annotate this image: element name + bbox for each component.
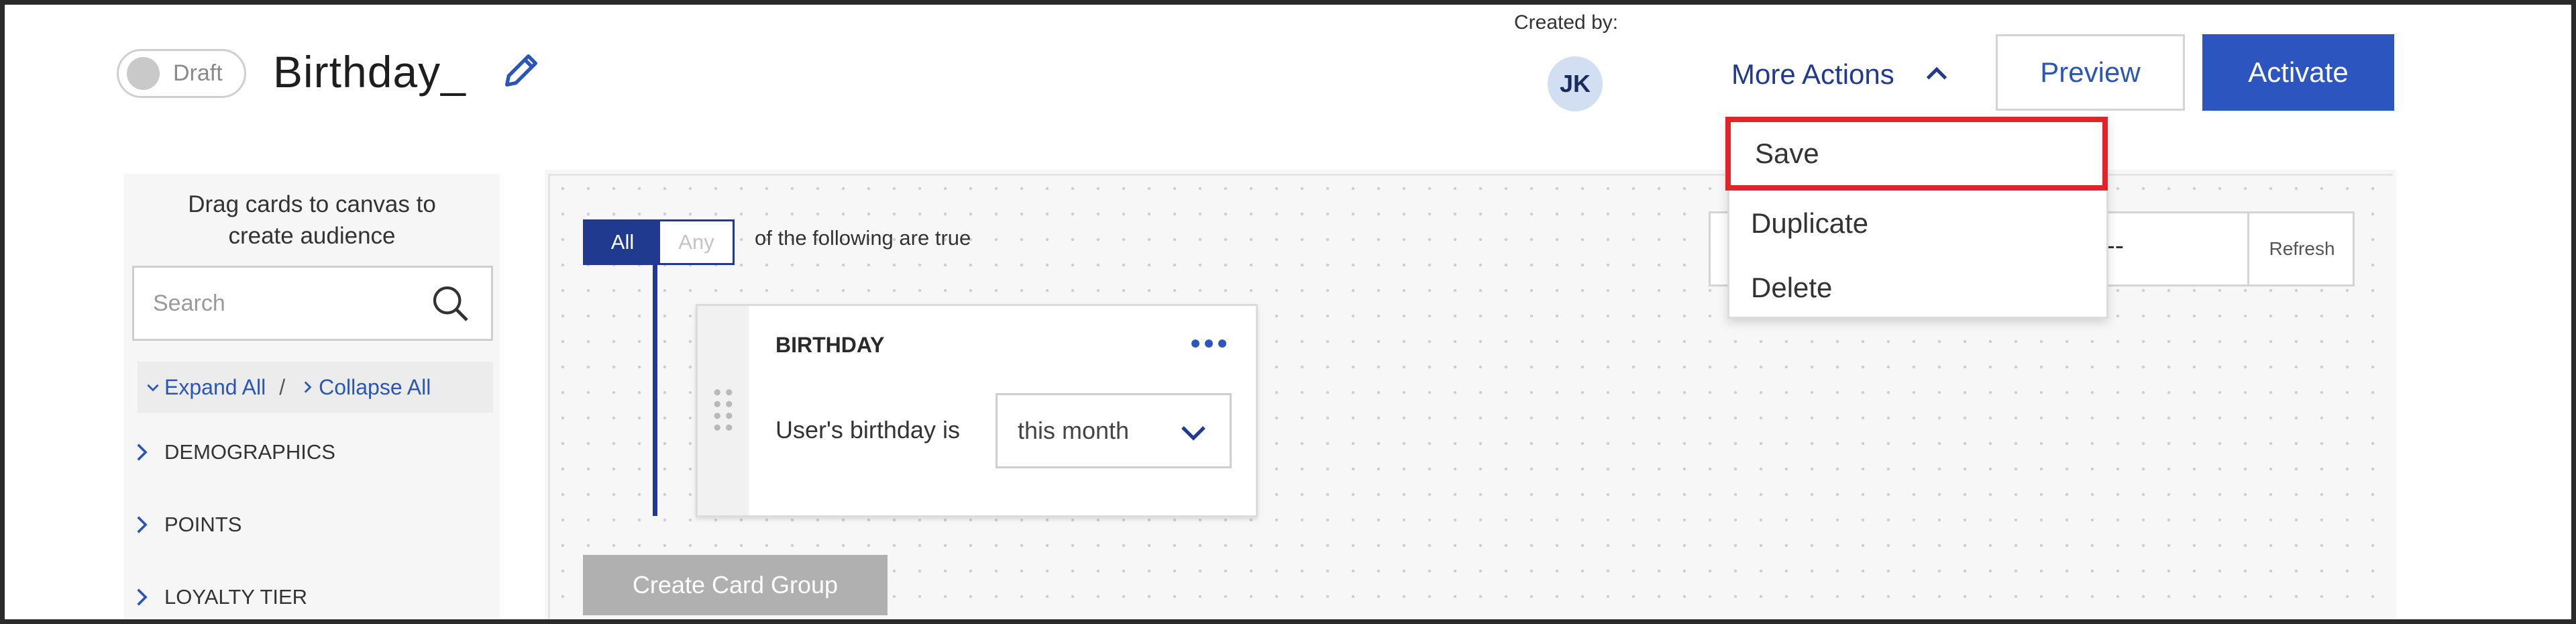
search-icon[interactable] bbox=[429, 282, 472, 325]
search-box bbox=[132, 266, 493, 341]
toggle-knob bbox=[127, 57, 160, 90]
activate-button[interactable]: Activate bbox=[2202, 34, 2394, 111]
created-by-label: Created by: bbox=[1514, 11, 1619, 34]
more-actions-menu: Save Duplicate Delete bbox=[1725, 117, 2108, 321]
category-label: POINTS bbox=[164, 513, 242, 536]
match-description: of the following are true bbox=[755, 226, 971, 250]
chevron-down-icon bbox=[147, 384, 159, 392]
match-all-option[interactable]: All bbox=[585, 221, 660, 263]
menu-item-duplicate[interactable]: Duplicate bbox=[1729, 191, 2106, 256]
sidebar-help-text: Drag cards to canvas to create audience bbox=[124, 189, 500, 252]
status-label: Draft bbox=[173, 60, 223, 86]
sidebar-help-line1: Drag cards to canvas to bbox=[188, 191, 436, 217]
separator: / bbox=[279, 374, 286, 399]
select-value: this month bbox=[1018, 417, 1130, 444]
chevron-right-icon bbox=[137, 444, 148, 461]
search-input[interactable] bbox=[153, 268, 421, 339]
category-label: DEMOGRAPHICS bbox=[164, 440, 335, 464]
chevron-right-icon bbox=[137, 516, 148, 533]
menu-item-save[interactable]: Save bbox=[1725, 117, 2108, 191]
category-demographics[interactable]: DEMOGRAPHICS bbox=[129, 432, 335, 472]
category-loyalty-tier[interactable]: LOYALTY TIER bbox=[129, 577, 307, 617]
card-title: BIRTHDAY bbox=[775, 333, 885, 357]
drag-handle[interactable] bbox=[698, 306, 749, 515]
create-card-group-button[interactable]: Create Card Group bbox=[583, 555, 888, 615]
avatar: JK bbox=[1548, 56, 1603, 111]
page-title: Birthday_ bbox=[273, 47, 466, 97]
expand-all-label: Expand All bbox=[164, 374, 266, 399]
menu-item-delete[interactable]: Delete bbox=[1729, 255, 2106, 321]
expand-collapse-row: Expand All / Collapse All bbox=[138, 362, 493, 413]
pencil-icon[interactable] bbox=[500, 49, 543, 92]
sidebar-help-line2: create audience bbox=[228, 223, 396, 249]
app-frame: Draft Birthday_ Created by: JK More Acti… bbox=[0, 0, 2576, 624]
chevron-right-icon bbox=[137, 588, 148, 606]
category-label: LOYALTY TIER bbox=[164, 585, 308, 609]
drag-grip-icon bbox=[714, 389, 733, 431]
birthday-card: BIRTHDAY User's birthday is this month bbox=[696, 304, 1258, 517]
status-toggle[interactable]: Draft bbox=[117, 49, 246, 98]
chevron-right-icon bbox=[304, 381, 312, 393]
card-library-sidebar: Drag cards to canvas to create audience … bbox=[124, 174, 500, 619]
match-toggle: All Any bbox=[583, 219, 735, 265]
birthday-period-select[interactable]: this month bbox=[996, 393, 1232, 468]
refresh-button[interactable]: Refresh bbox=[2247, 213, 2355, 284]
chevron-up-icon bbox=[1926, 66, 1947, 80]
more-actions-label: More Actions bbox=[1731, 58, 1894, 90]
match-any-option[interactable]: Any bbox=[660, 221, 733, 263]
preview-button[interactable]: Preview bbox=[1996, 34, 2185, 111]
more-actions-button[interactable]: More Actions bbox=[1731, 54, 1952, 95]
group-connector-line bbox=[653, 264, 657, 516]
expand-all-link[interactable]: Expand All bbox=[144, 375, 266, 400]
more-options-icon[interactable] bbox=[1187, 333, 1230, 354]
collapse-all-label: Collapse All bbox=[319, 374, 431, 399]
category-points[interactable]: POINTS bbox=[129, 505, 241, 545]
condition-label: User's birthday is bbox=[775, 416, 960, 444]
chevron-down-icon bbox=[1181, 426, 1205, 441]
collapse-all-link[interactable]: Collapse All bbox=[299, 375, 431, 400]
